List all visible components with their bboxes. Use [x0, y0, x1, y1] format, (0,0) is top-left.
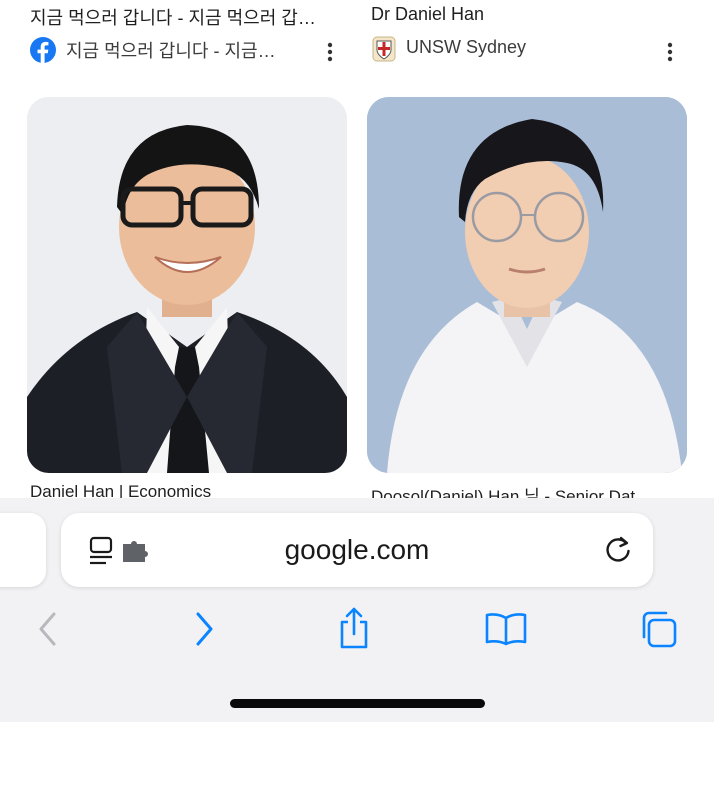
result-image-1[interactable] — [27, 97, 347, 473]
share-icon[interactable] — [330, 604, 378, 652]
portrait-photo — [367, 97, 687, 473]
reader-icon[interactable] — [88, 534, 118, 566]
address-bar[interactable]: google.com — [61, 513, 653, 587]
portrait-photo — [27, 97, 347, 473]
result-source-2[interactable]: UNSW Sydney — [406, 37, 636, 58]
result-title-1[interactable]: 지금 먹으러 갑니다 - 지금 먹으러 갑… — [30, 4, 336, 30]
unsw-crest-icon — [372, 36, 396, 62]
bookmarks-icon[interactable] — [482, 605, 530, 653]
facebook-icon — [30, 37, 56, 63]
more-options-icon[interactable] — [320, 40, 340, 64]
result-image-2[interactable] — [367, 97, 687, 473]
home-indicator[interactable] — [230, 699, 485, 708]
back-icon[interactable] — [24, 605, 72, 653]
result-title-2[interactable]: Dr Daniel Han — [371, 4, 677, 25]
reload-icon[interactable] — [602, 534, 634, 566]
extension-icon[interactable] — [121, 538, 153, 564]
forward-icon[interactable] — [180, 605, 228, 653]
previous-tab-preview[interactable] — [0, 513, 46, 587]
tabs-icon[interactable] — [634, 605, 682, 653]
result-source-1[interactable]: 지금 먹으러 갑니다 - 지금… — [66, 37, 296, 63]
more-options-icon[interactable] — [660, 40, 680, 64]
